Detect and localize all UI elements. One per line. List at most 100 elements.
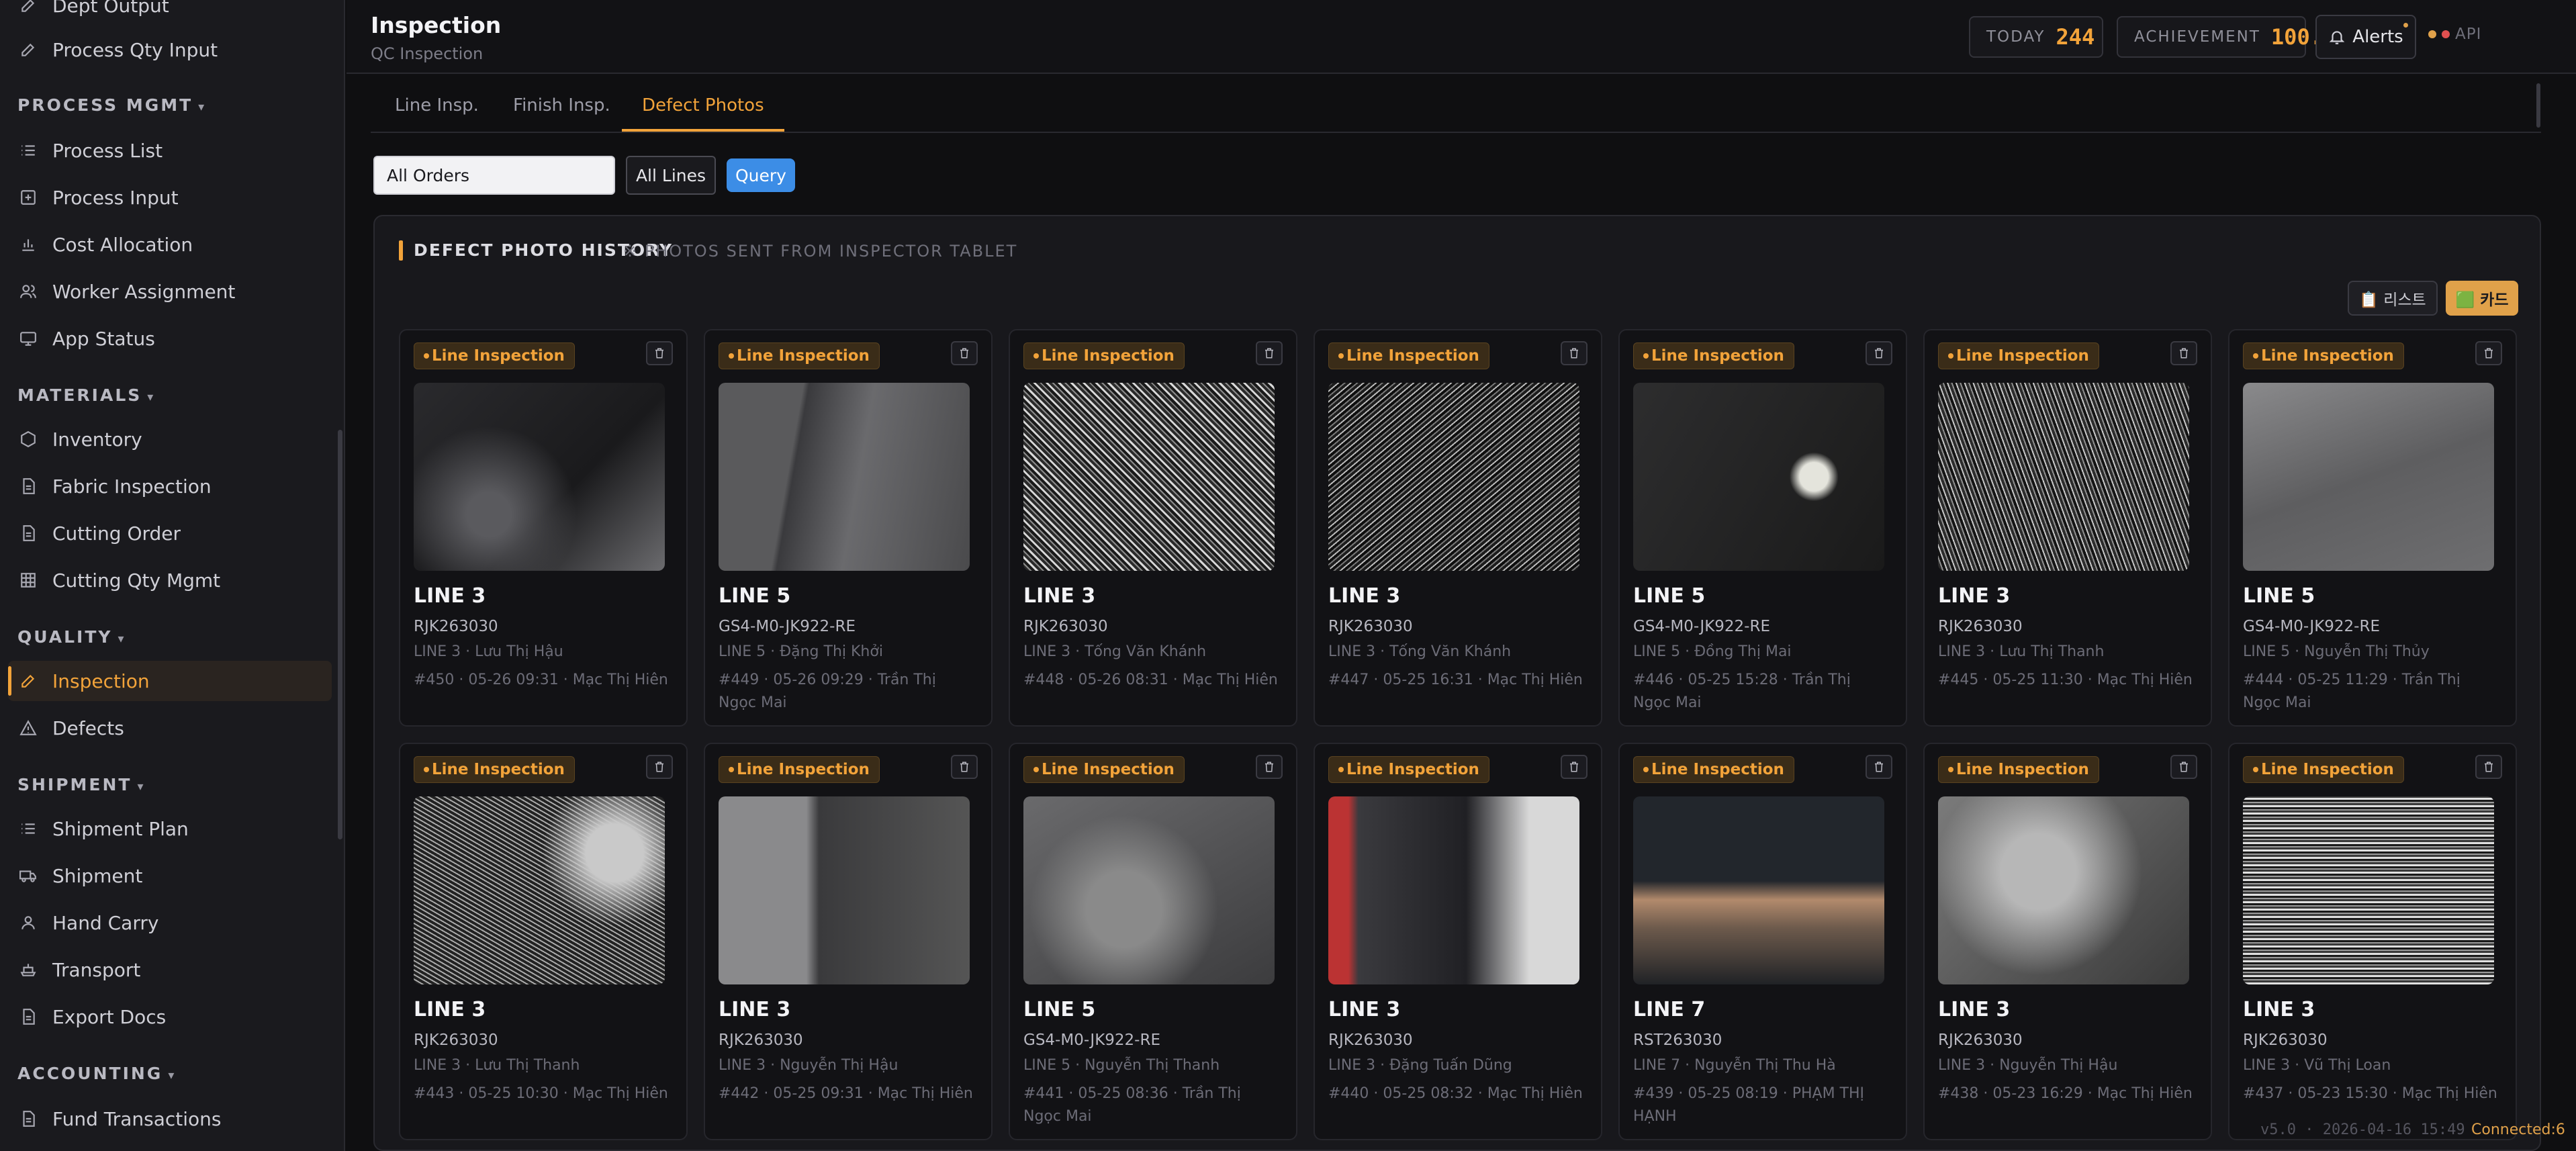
order-select[interactable]: All Orders bbox=[373, 156, 615, 195]
sidebar-item-transport[interactable]: Transport bbox=[8, 950, 332, 990]
sidebar-item-shipment[interactable]: Shipment bbox=[8, 856, 332, 896]
api-status: API bbox=[2428, 26, 2481, 43]
defect-photo-card[interactable]: Line Inspection LINE 3 RJK263030 LINE 3 … bbox=[1923, 743, 2212, 1140]
sidebar-item-process-qty-input[interactable]: Process Qty Input bbox=[8, 30, 332, 70]
tab-finish-insp[interactable]: Finish Insp. bbox=[513, 95, 610, 116]
sidebar-section-materials[interactable]: MATERIALS ▾ bbox=[17, 385, 155, 405]
defect-photo[interactable] bbox=[2243, 796, 2494, 984]
sidebar-section-process-mgmt[interactable]: PROCESS MGMT ▾ bbox=[17, 95, 206, 115]
sidebar-item-cutting-qty-mgmt[interactable]: Cutting Qty Mgmt bbox=[8, 560, 332, 600]
lines-select[interactable]: All Lines bbox=[626, 156, 716, 195]
card-worker: LINE 3 · Lưu Thị Hậu bbox=[414, 643, 563, 660]
sidebar-item-export-docs[interactable]: Export Docs bbox=[8, 997, 332, 1037]
delete-button[interactable] bbox=[1561, 755, 1588, 779]
delete-button[interactable] bbox=[2475, 755, 2502, 779]
alerts-button[interactable]: Alerts bbox=[2315, 15, 2416, 59]
sidebar-item-cutting-order[interactable]: Cutting Order bbox=[8, 513, 332, 553]
delete-button[interactable] bbox=[2170, 341, 2197, 365]
chevron-down-icon: ▾ bbox=[147, 390, 156, 404]
delete-button[interactable] bbox=[1866, 341, 1892, 365]
delete-button[interactable] bbox=[1256, 755, 1283, 779]
query-button[interactable]: Query bbox=[727, 158, 795, 192]
sidebar-item-label: Hand Carry bbox=[52, 911, 159, 934]
defect-photo-card[interactable]: Line Inspection LINE 3 RJK263030 LINE 3 … bbox=[1314, 329, 1602, 727]
defect-photo-card[interactable]: Line Inspection LINE 5 GS4-M0-JK922-RE L… bbox=[1009, 743, 1297, 1140]
sidebar-item-inspection[interactable]: Inspection bbox=[8, 661, 332, 701]
sidebar-item-defects[interactable]: Defects bbox=[8, 708, 332, 748]
bar-chart-icon bbox=[19, 235, 38, 254]
defect-photo[interactable] bbox=[1938, 796, 2189, 984]
sidebar-item-app-status[interactable]: App Status bbox=[8, 318, 332, 359]
sidebar-item-cost-allocation[interactable]: Cost Allocation bbox=[8, 224, 332, 265]
trash-icon bbox=[1570, 348, 1578, 359]
defect-photo[interactable] bbox=[1633, 383, 1884, 571]
defect-photo-card[interactable]: Line Inspection LINE 3 RJK263030 LINE 3 … bbox=[1314, 743, 1602, 1140]
sidebar-item-shipment-plan[interactable]: Shipment Plan bbox=[8, 809, 332, 849]
sidebar-item-process-input[interactable]: Process Input bbox=[8, 177, 332, 218]
defect-photo-card[interactable]: Line Inspection LINE 3 RJK263030 LINE 3 … bbox=[1009, 329, 1297, 727]
card-worker: LINE 3 · Đặng Tuấn Dũng bbox=[1328, 1057, 1512, 1074]
sidebar-item-dept-output[interactable]: Dept Output bbox=[8, 0, 332, 26]
defect-photo[interactable] bbox=[1023, 796, 1275, 984]
sidebar-item-worker-assignment[interactable]: Worker Assignment bbox=[8, 271, 332, 312]
defect-photo-card[interactable]: Line Inspection LINE 3 RJK263030 LINE 3 … bbox=[704, 743, 993, 1140]
sidebar-section-accounting[interactable]: ACCOUNTING ▾ bbox=[17, 1064, 176, 1083]
tab-scrollbar[interactable] bbox=[2536, 83, 2540, 128]
defect-photo-card[interactable]: Line Inspection LINE 3 RJK263030 LINE 3 … bbox=[2228, 743, 2517, 1140]
sidebar-item-process-list[interactable]: Process List bbox=[8, 130, 332, 171]
list-view-button[interactable]: 📋 리스트 bbox=[2348, 281, 2438, 316]
defect-photo[interactable] bbox=[719, 383, 970, 571]
defect-photo[interactable] bbox=[414, 796, 665, 984]
delete-button[interactable] bbox=[1866, 755, 1892, 779]
defect-photo-card[interactable]: Line Inspection LINE 7 RST263030 LINE 7 … bbox=[1618, 743, 1907, 1140]
pencil-icon bbox=[19, 40, 38, 59]
badge-label: Line Inspection bbox=[1042, 761, 1175, 778]
defect-photo-card[interactable]: Line Inspection LINE 5 GS4-M0-JK922-RE L… bbox=[2228, 329, 2517, 727]
defect-photo-card[interactable]: Line Inspection LINE 3 RJK263030 LINE 3 … bbox=[399, 329, 688, 727]
api-label: API bbox=[2455, 26, 2482, 43]
tab-line-insp[interactable]: Line Insp. bbox=[395, 95, 479, 116]
defect-photo[interactable] bbox=[2243, 383, 2494, 571]
defect-photo-card[interactable]: Line Inspection LINE 5 GS4-M0-JK922-RE L… bbox=[1618, 329, 1907, 727]
defect-photo[interactable] bbox=[1328, 383, 1579, 571]
trash-icon bbox=[1570, 762, 1578, 772]
delete-button[interactable] bbox=[951, 755, 978, 779]
defect-photo[interactable] bbox=[719, 796, 970, 984]
defect-photo[interactable] bbox=[414, 383, 665, 571]
card-order-number: RJK263030 bbox=[414, 618, 498, 635]
defect-photo[interactable] bbox=[1633, 796, 1884, 984]
sidebar-section-quality[interactable]: QUALITY ▾ bbox=[17, 627, 126, 647]
sidebar-item-inventory[interactable]: Inventory bbox=[8, 419, 332, 459]
card-record: #442 · 05-25 09:31 · Mạc Thị Hiên bbox=[719, 1085, 973, 1102]
defect-photo-card[interactable]: Line Inspection LINE 3 RJK263030 LINE 3 … bbox=[399, 743, 688, 1140]
defect-photo[interactable] bbox=[1938, 383, 2189, 571]
card-view-button[interactable]: 🟩 카드 bbox=[2446, 281, 2518, 316]
defect-photo[interactable] bbox=[1023, 383, 1275, 571]
sidebar-item-hand-carry[interactable]: Hand Carry bbox=[8, 903, 332, 943]
sidebar-item-fabric-inspection[interactable]: Fabric Inspection bbox=[8, 466, 332, 506]
sidebar-scrollbar[interactable] bbox=[338, 430, 342, 839]
delete-button[interactable] bbox=[646, 755, 673, 779]
sidebar-item-label: Transport bbox=[52, 958, 141, 981]
delete-button[interactable] bbox=[2475, 341, 2502, 365]
defect-photo[interactable] bbox=[1328, 796, 1579, 984]
badge-label: Line Inspection bbox=[1651, 761, 1784, 778]
delete-button[interactable] bbox=[1256, 341, 1283, 365]
defect-photo-card[interactable]: Line Inspection LINE 3 RJK263030 LINE 3 … bbox=[1923, 329, 2212, 727]
delete-button[interactable] bbox=[1561, 341, 1588, 365]
delete-button[interactable] bbox=[646, 341, 673, 365]
card-line: LINE 3 bbox=[1023, 584, 1096, 608]
delete-button[interactable] bbox=[951, 341, 978, 365]
badge-label: Line Inspection bbox=[1956, 347, 2089, 365]
inspection-type-badge: Line Inspection bbox=[1328, 756, 1489, 783]
card-order-number: RJK263030 bbox=[1938, 618, 2023, 635]
sidebar-section-shipment[interactable]: SHIPMENT ▾ bbox=[17, 775, 146, 794]
sidebar-item-label: Shipment Plan bbox=[52, 817, 189, 840]
sidebar-item-fund-transactions[interactable]: Fund Transactions bbox=[8, 1099, 332, 1139]
card-record: #450 · 05-26 09:31 · Mạc Thị Hiên bbox=[414, 672, 668, 688]
tab-defect-photos[interactable]: Defect Photos bbox=[622, 95, 784, 132]
defect-photo-card[interactable]: Line Inspection LINE 5 GS4-M0-JK922-RE L… bbox=[704, 329, 993, 727]
card-line: LINE 5 bbox=[1633, 584, 1706, 608]
delete-button[interactable] bbox=[2170, 755, 2197, 779]
sidebar-item-label: Process Qty Input bbox=[52, 38, 218, 61]
